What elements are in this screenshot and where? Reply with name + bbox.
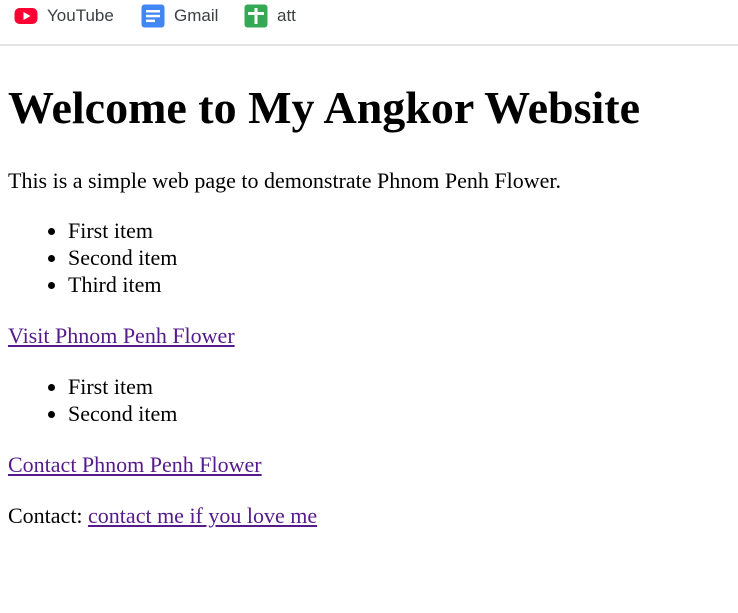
contact-paragraph: Contact: contact me if you love me — [8, 502, 317, 529]
page-title: Welcome to My Angkor Website — [8, 82, 641, 133]
list-item: First item — [68, 217, 177, 244]
bookmark-att[interactable]: att — [244, 4, 296, 28]
item-list-two: First item Second item — [28, 373, 177, 427]
bookmark-gmail[interactable]: Gmail — [141, 4, 218, 28]
bookmark-label: Gmail — [174, 6, 219, 25]
list-item: Third item — [68, 271, 177, 298]
intro-paragraph: This is a simple web page to demonstrate… — [8, 168, 561, 193]
visit-paragraph: Visit Phnom Penh Flower — [8, 322, 235, 349]
item-list-one: First item Second item Third item — [28, 217, 177, 298]
contact-email-link[interactable]: contact me if you love me — [88, 503, 317, 528]
contact-link-paragraph: Contact Phnom Penh Flower — [8, 451, 262, 478]
visit-link[interactable]: Visit Phnom Penh Flower — [8, 323, 235, 348]
bookmark-youtube[interactable]: YouTube — [14, 4, 114, 28]
contact-page-link[interactable]: Contact Phnom Penh Flower — [8, 452, 262, 477]
bookmark-label: YouTube — [47, 6, 114, 25]
youtube-icon — [14, 8, 38, 24]
bookmarks-bar: YouTube Gmail att — [0, 0, 738, 46]
list-item: Second item — [68, 400, 177, 427]
document-icon — [141, 4, 165, 28]
list-item: First item — [68, 373, 177, 400]
bookmark-label: att — [277, 6, 296, 25]
plus-icon — [244, 4, 268, 28]
list-item: Second item — [68, 244, 177, 271]
contact-label: Contact: — [8, 503, 83, 528]
